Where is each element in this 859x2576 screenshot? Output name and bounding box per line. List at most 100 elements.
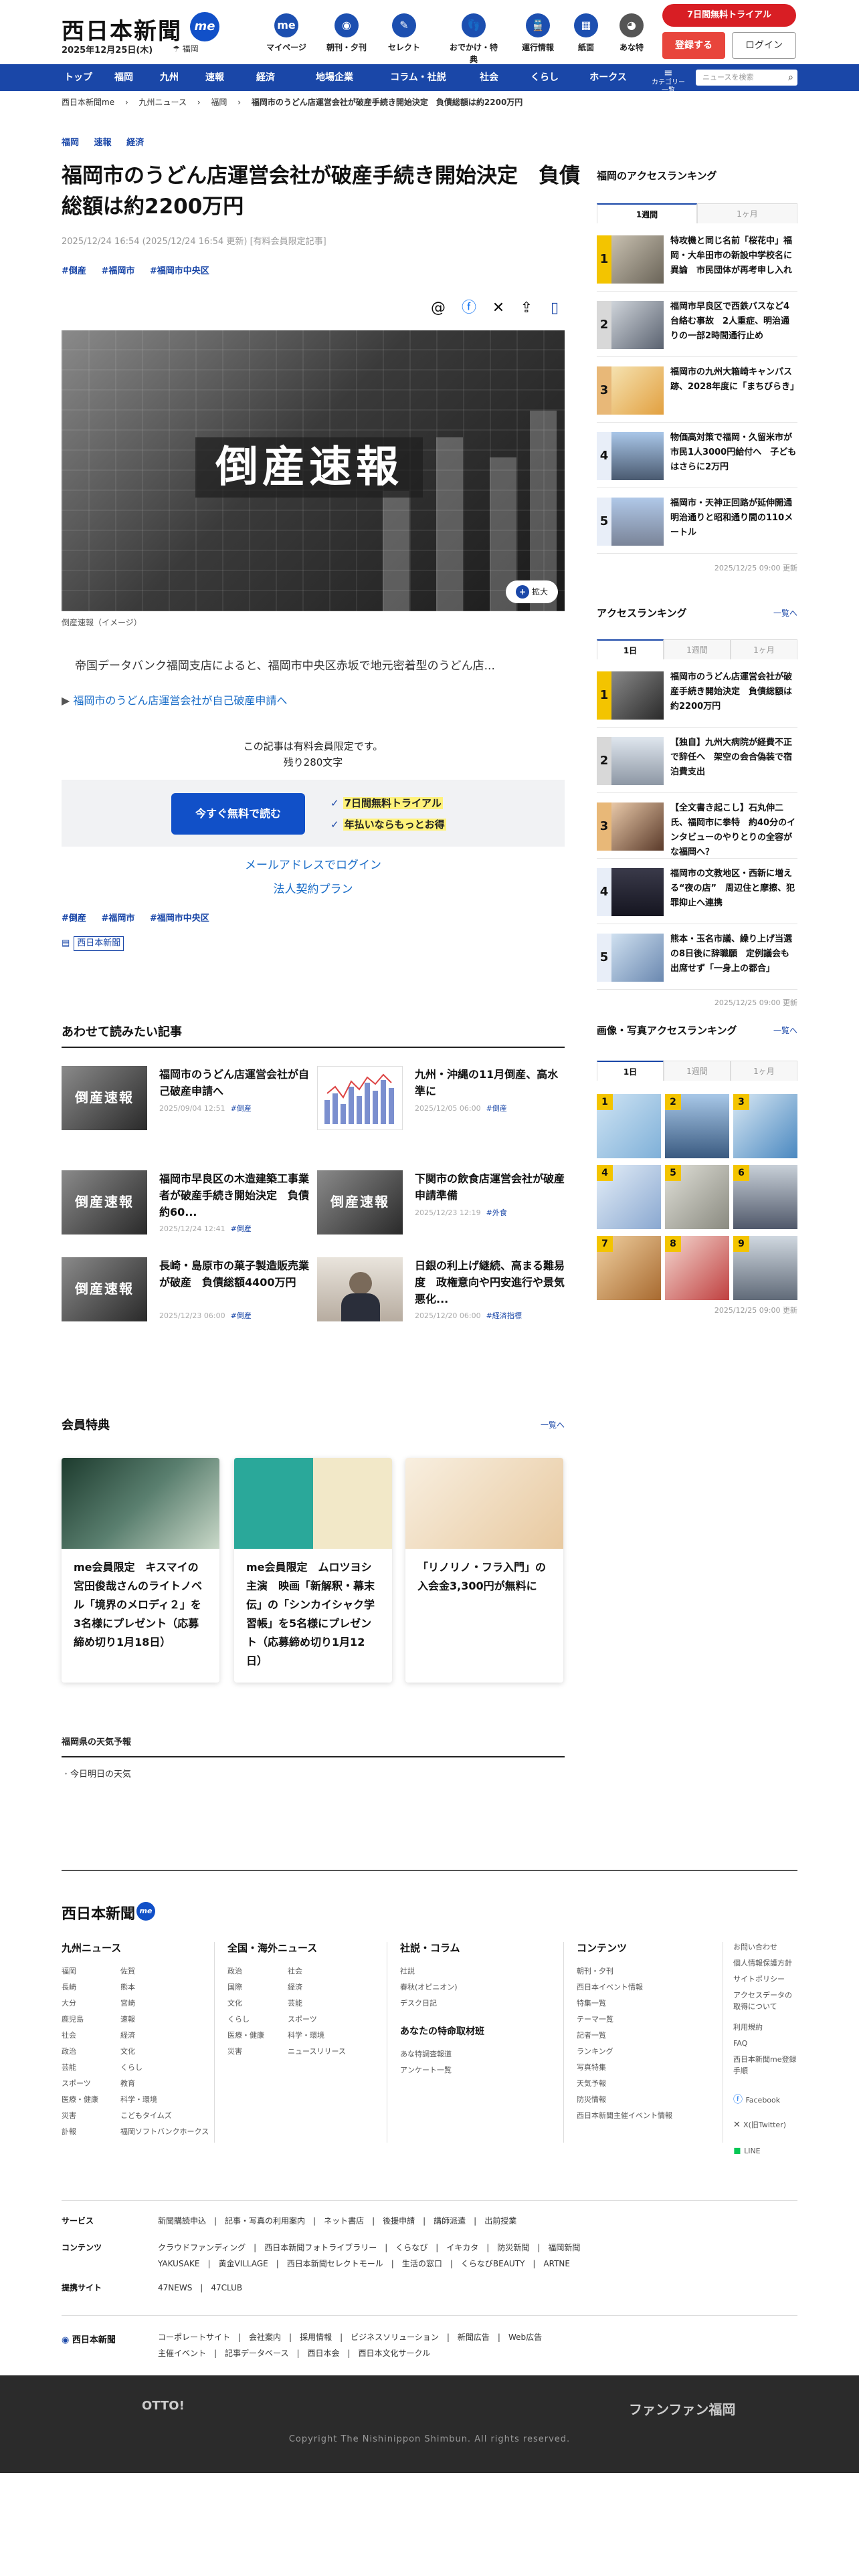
recommended-card[interactable]: 九州・沖縄の11月倒産、高水準に 2025/12/05 06:00 #倒産 <box>317 1066 565 1153</box>
nav-anatoku[interactable]: ◕ あな特 <box>609 13 654 60</box>
tab-1month[interactable]: 1ヶ月 <box>731 1061 797 1081</box>
footer-link[interactable]: 社会 <box>288 1966 302 1977</box>
x-icon[interactable]: ✕ <box>488 298 508 318</box>
footer-link[interactable]: デスク日記 <box>400 1998 437 2010</box>
footer-link[interactable]: FAQ <box>733 2038 747 2050</box>
photo-rank-item[interactable]: 5 <box>665 1165 729 1229</box>
footer-link[interactable]: 政治 <box>62 2046 76 2058</box>
recommended-card[interactable]: 倒産速報 下関市の飲食店運営会社が破産申請準備 2025/12/23 12:19… <box>317 1170 565 1257</box>
gnav-life[interactable]: くらし <box>524 64 565 91</box>
gnav-breaking[interactable]: 速報 <box>198 64 231 91</box>
footer-link[interactable]: 国際 <box>227 1982 242 1994</box>
recommended-card[interactable]: 倒産速報 福岡市早良区の木造建築工事業者が破産手続き開始決定 負債約60... … <box>62 1170 309 1257</box>
footer-link[interactable]: 文化 <box>227 1998 242 2010</box>
tag-bankruptcy[interactable]: #倒産 <box>62 914 86 924</box>
line-link[interactable]: ◼ LINE <box>733 2144 761 2158</box>
gnav-kyushu[interactable]: 九州 <box>153 64 186 91</box>
corporate-links-2[interactable]: 主催イベント | 記事データベース | 西日本会 | 西日本文化サークル <box>158 2347 430 2359</box>
access-ranking-more-link[interactable]: 一覧へ <box>773 607 797 619</box>
fanfun-logo[interactable]: ファンファン福岡 <box>629 2399 735 2420</box>
nav-mypage[interactable]: me マイページ <box>264 13 309 60</box>
photo-rank-item[interactable]: 6 <box>733 1165 797 1229</box>
ranking-item[interactable]: 3 福岡市の九州大箱崎キャンパス跡、2028年度に「まちびらき」 <box>597 366 799 423</box>
footer-link[interactable]: くらし <box>120 2062 142 2074</box>
gnav-hawks[interactable]: ホークス <box>585 64 632 91</box>
footer-link[interactable]: 特集一覧 <box>577 1998 606 2010</box>
card-title[interactable]: 福岡市早良区の木造建築工事業者が破産手続き開始決定 負債約60... <box>159 1170 309 1220</box>
share-icon[interactable]: ⇪ <box>516 298 537 318</box>
category-menu-button[interactable]: ≡ カテゴリー一覧 <box>650 67 686 95</box>
tab-1week[interactable]: 1週間 <box>664 639 731 659</box>
footer-link[interactable]: 長崎 <box>62 1982 76 1994</box>
tab-1day[interactable]: 1日 <box>597 1061 664 1081</box>
tag-bankruptcy[interactable]: #倒産 <box>62 266 86 276</box>
member-perks-more-link[interactable]: 一覧へ <box>541 1419 565 1431</box>
read-free-button[interactable]: 今すぐ無料で読む <box>171 793 305 835</box>
footer-link[interactable]: 西日本新聞me登録手順 <box>733 2054 797 2076</box>
facebook-link[interactable]: ⓕ Facebook <box>733 2093 780 2107</box>
ranking-item[interactable]: 1 特攻機と同じ名前「桜花中」福岡・大牟田市の新設中学校名に異論 市民団体が再考申… <box>597 235 797 292</box>
ranking-item[interactable]: 3 【全文書き起こし】石丸伸二氏、福岡市に拳特 約40分のインタビューのやりとりの… <box>597 802 797 859</box>
otto-logo[interactable]: OTTO! <box>142 2397 185 2415</box>
footer-link[interactable]: テーマ一覧 <box>577 2014 613 2026</box>
footer-link[interactable]: 芸能 <box>288 1998 302 2010</box>
footer-link[interactable]: 記者一覧 <box>577 2030 606 2042</box>
gnav-economy[interactable]: 経済 <box>249 64 282 91</box>
footer-service-links[interactable]: 新聞購読申込 | 記事・写真の利用案内 | ネット書店 | 後援申請 | 講師派… <box>158 2215 516 2227</box>
footer-partner-links[interactable]: 47NEWS | 47CLUB <box>158 2282 242 2294</box>
footer-col-contents[interactable]: コンテンツ <box>577 1941 627 1956</box>
search-input[interactable]: ニュースを検索 ⌕ <box>696 70 797 86</box>
article-hero-image[interactable]: 倒産速報 <box>62 330 565 611</box>
tab-1week[interactable]: 1週間 <box>597 203 697 223</box>
ranking-item[interactable]: 2 【独自】九州大病院が経費不正で辞任へ 架空の会合偽装で宿泊費支出 <box>597 737 797 793</box>
gnav-local-business[interactable]: 地場企業 <box>308 64 361 91</box>
photo-rank-item[interactable]: 3 <box>733 1094 797 1158</box>
footer-link[interactable]: 西日本新聞主催イベント情報 <box>577 2111 672 2122</box>
footer-link[interactable]: 福岡 <box>62 1966 76 1977</box>
perk-card[interactable]: me会員限定 ムロツヨシ主演 映画「新解釈・幕末伝」の「シンカイシャク学習帳」を… <box>234 1458 392 1683</box>
recommended-card[interactable]: 倒産速報 長崎・島原市の菓子製造販売業が破産 負債総額4400万円 2025/1… <box>62 1257 309 1344</box>
footer-link[interactable]: 文化 <box>120 2046 135 2058</box>
x-link[interactable]: ✕ X(旧Twitter) <box>733 2119 786 2132</box>
footer-link[interactable]: 科学・環境 <box>288 2030 324 2042</box>
footer-col-national[interactable]: 全国・海外ニュース <box>227 1941 317 1956</box>
footer-link[interactable]: 医療・健康 <box>227 2030 264 2042</box>
footer-link[interactable]: 防災情報 <box>577 2095 606 2106</box>
perk-card[interactable]: 「リノリノ・フラ入門」の入会金3,300円が無料に <box>405 1458 563 1683</box>
footer-logo[interactable]: 西日本新聞 <box>62 1903 135 1925</box>
ranking-item[interactable]: 5 熊本・玉名市議、繰り上げ当選の8日後に辞職願 定例議会も出席せず「一身上の都合… <box>597 934 797 990</box>
footer-link[interactable]: サイトポリシー <box>733 1974 785 1985</box>
card-title[interactable]: 福岡市のうどん店運営会社が自己破産申請へ <box>159 1066 309 1099</box>
footer-link[interactable]: 鹿児島 <box>62 2014 84 2026</box>
ranking-item[interactable]: 1 福岡市のうどん店運営会社が破産手続き開始決定 負債総額は約2200万円 <box>597 671 797 728</box>
tag-fukuoka-city[interactable]: #福岡市 <box>101 266 134 276</box>
bookmark-icon[interactable]: ▯ <box>545 298 565 318</box>
nav-outing[interactable]: 👣 おでかけ・特典 <box>450 13 498 64</box>
footer-link[interactable]: 科学・環境 <box>120 2095 157 2106</box>
register-button[interactable]: 登録する <box>662 32 725 59</box>
tag-fukuoka-city[interactable]: #福岡市 <box>101 914 134 924</box>
footer-link[interactable]: 経済 <box>120 2030 135 2042</box>
ranking-item[interactable]: 5 福岡市・天神正回路が延伸開通 明治通りと昭和通り間の110メートル <box>597 498 801 554</box>
footer-link[interactable]: 教育 <box>120 2078 135 2090</box>
breadcrumb-home[interactable]: 西日本新聞me <box>62 98 114 107</box>
category-economy[interactable]: 経済 <box>126 138 144 148</box>
category-fukuoka[interactable]: 福岡 <box>62 138 79 148</box>
tab-1month[interactable]: 1ヶ月 <box>697 203 797 223</box>
footer-link[interactable]: 大分 <box>62 1998 76 2010</box>
nav-transit[interactable]: 🚆 運行情報 <box>515 13 561 60</box>
footer-link[interactable]: 春秋(オピニオン) <box>400 1982 458 1994</box>
photo-rank-item[interactable]: 9 <box>733 1236 797 1300</box>
photo-rank-item[interactable]: 1 <box>597 1094 661 1158</box>
recommended-card[interactable]: 日銀の利上げ継続、高まる難易度 政権意向や円安進行や景気悪化... 2025/1… <box>317 1257 565 1344</box>
corporate-links[interactable]: コーポレートサイト | 会社案内 | 採用情報 | ビジネスソリューション | … <box>158 2331 542 2343</box>
nav-newspaper[interactable]: ◉ 朝刊・夕刊 <box>324 13 369 60</box>
weather-indicator[interactable]: ☂ 福岡 <box>173 43 199 55</box>
footer-link[interactable]: スポーツ <box>62 2078 91 2090</box>
zoom-button[interactable]: + 拡大 <box>506 580 558 603</box>
footer-link[interactable]: 福岡ソフトバンクホークス <box>120 2127 209 2138</box>
footer-contents-links[interactable]: クラウドファンディング | 西日本新聞フォトライブラリー | くらなび | イキ… <box>158 2242 580 2254</box>
corporate-plan-link[interactable]: 法人契約プラン <box>62 881 565 899</box>
photo-ranking-more-link[interactable]: 一覧へ <box>773 1025 797 1037</box>
footer-link[interactable]: 西日本イベント情報 <box>577 1982 643 1994</box>
